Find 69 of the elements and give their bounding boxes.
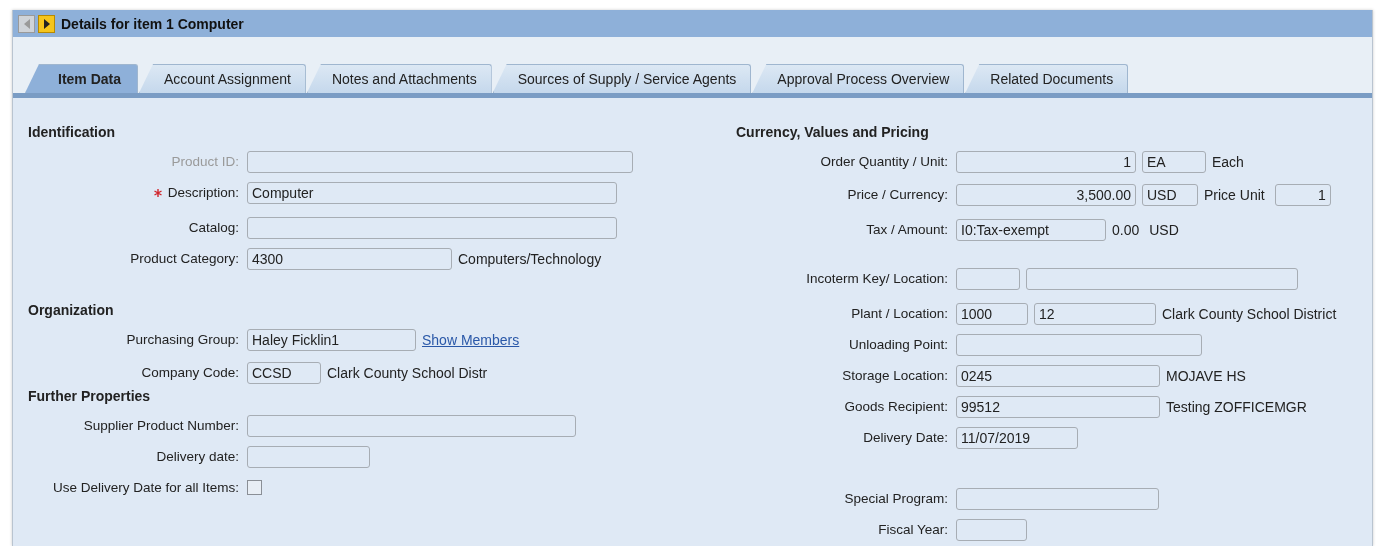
input-field[interactable]: 4300 [247, 247, 452, 270]
input-field[interactable]: 1 [1274, 183, 1331, 206]
input-field[interactable] [247, 216, 617, 239]
input-field[interactable]: EA [1142, 150, 1206, 173]
section-heading: Currency, Values and Pricing [736, 124, 930, 142]
tab[interactable]: Item Data [25, 64, 139, 93]
input-field[interactable] [956, 267, 1020, 290]
field-label: Special Program: [844, 491, 948, 506]
value-text: USD [1149, 221, 1179, 238]
input-field[interactable] [247, 445, 370, 468]
field-label: Supplier Product Number: [83, 418, 239, 433]
input-field[interactable]: 99512 [956, 395, 1160, 418]
right-arrow-icon [42, 18, 51, 29]
input-field[interactable] [956, 518, 1027, 541]
value-text: Each [1212, 153, 1244, 170]
checkbox[interactable] [247, 480, 262, 495]
field-label: Delivery Date: [863, 430, 948, 445]
window-title: Details for item 1 Computer [61, 15, 244, 32]
field-label: Use Delivery Date for all Items: [52, 480, 239, 495]
tab[interactable]: Account Assignment [139, 64, 306, 93]
field-label: Tax / Amount: [866, 222, 948, 237]
value-text: Clark County School District [1162, 305, 1337, 322]
input-field[interactable] [956, 333, 1202, 356]
field-label: Goods Recipient: [844, 399, 948, 414]
input-field[interactable]: CCSD [247, 361, 321, 384]
field-label: Purchasing Group: [126, 332, 239, 347]
input-field[interactable]: 1 [956, 150, 1136, 173]
left-arrow-icon [22, 18, 31, 29]
field-label: Storage Location: [842, 368, 948, 383]
tab[interactable]: Approval Process Overview [752, 64, 965, 93]
input-field[interactable]: 0245 [956, 364, 1160, 387]
value-text: Clark County School Distr [327, 364, 488, 381]
input-field[interactable] [1026, 267, 1298, 290]
field-label: Catalog: [188, 220, 239, 235]
next-button[interactable] [38, 14, 55, 33]
show-members-link[interactable]: Show Members [422, 331, 520, 348]
input-field[interactable]: Haley Ficklin1 [247, 328, 416, 351]
tab[interactable]: Related Documents [965, 64, 1129, 93]
section-heading: Organization [28, 302, 115, 320]
input-field[interactable]: 1000 [956, 302, 1028, 325]
input-field[interactable]: USD [1142, 183, 1198, 206]
field-label: Incoterm Key/ Location: [806, 271, 948, 286]
field-label: Product Category: [130, 251, 239, 266]
field-label: Fiscal Year: [878, 522, 948, 537]
section-heading: Identification [28, 124, 117, 142]
tab[interactable]: Notes and Attachments [306, 64, 492, 93]
input-field[interactable]: 11/07/2019 [956, 426, 1078, 449]
input-field[interactable]: 3,500.00 [956, 183, 1136, 206]
input-field[interactable]: Computer [247, 181, 617, 204]
input-field[interactable]: I0:Tax-exempt [956, 218, 1106, 241]
tab[interactable]: Sources of Supply / Service Agents [492, 64, 752, 93]
input-field[interactable] [247, 414, 576, 437]
field-label: Plant / Location: [851, 306, 948, 321]
required-icon [153, 188, 162, 197]
field-label: Product ID: [171, 154, 239, 169]
value-text: Price Unit [1204, 186, 1265, 203]
field-label: Order Quantity / Unit: [820, 154, 948, 169]
value-text: 0.00 [1112, 221, 1140, 238]
field-label: Delivery date: [156, 449, 239, 464]
value-text: Testing ZOFFICEMGR [1166, 398, 1307, 415]
field-label: Price / Currency: [847, 187, 948, 202]
field-label: Description: [167, 185, 239, 200]
section-heading: Further Properties [28, 388, 152, 406]
field-label: Company Code: [141, 365, 239, 380]
input-field[interactable]: 12 [1034, 302, 1156, 325]
input-field[interactable] [956, 487, 1159, 510]
value-text: Computers/Technology [458, 250, 602, 267]
field-label: Unloading Point: [848, 337, 948, 352]
value-text: MOJAVE HS [1166, 367, 1246, 384]
